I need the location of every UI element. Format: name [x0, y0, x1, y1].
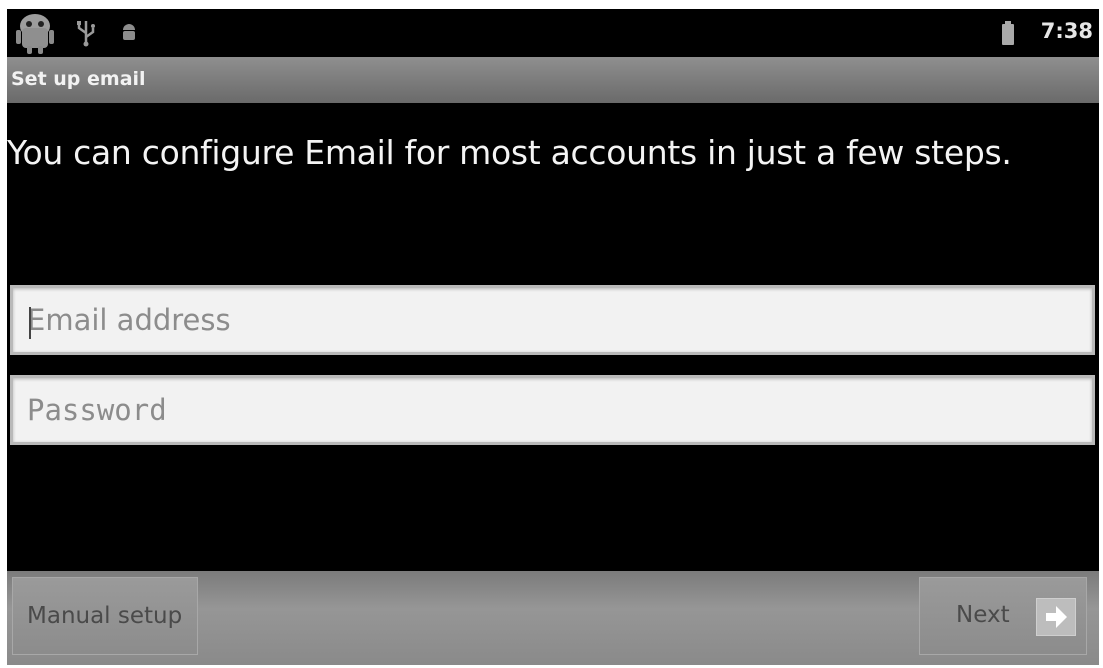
usb-icon: [75, 19, 97, 51]
battery-icon: [1002, 21, 1014, 45]
next-label: Next: [956, 602, 1010, 628]
next-button[interactable]: Next: [919, 577, 1087, 655]
title-bar: Set up email: [7, 57, 1099, 103]
device-screen: 7:38 Set up email You can configure Emai…: [7, 9, 1099, 665]
email-field[interactable]: [10, 285, 1095, 355]
android-icon: [13, 12, 59, 58]
page-title: Set up email: [11, 68, 146, 90]
manual-setup-label: Manual setup: [27, 603, 183, 629]
status-clock: 7:38: [1040, 19, 1093, 43]
status-bar: 7:38: [7, 9, 1099, 57]
android-small-icon: [120, 22, 138, 46]
arrow-right-icon: [1036, 598, 1076, 636]
email-input[interactable]: [13, 288, 1092, 352]
text-cursor: [29, 307, 31, 339]
password-field[interactable]: [10, 375, 1095, 445]
manual-setup-button[interactable]: Manual setup: [12, 577, 198, 655]
password-input[interactable]: [13, 378, 1092, 442]
intro-text: You can configure Email for most account…: [7, 133, 1012, 172]
bottom-button-bar: Manual setup Next: [7, 571, 1099, 665]
